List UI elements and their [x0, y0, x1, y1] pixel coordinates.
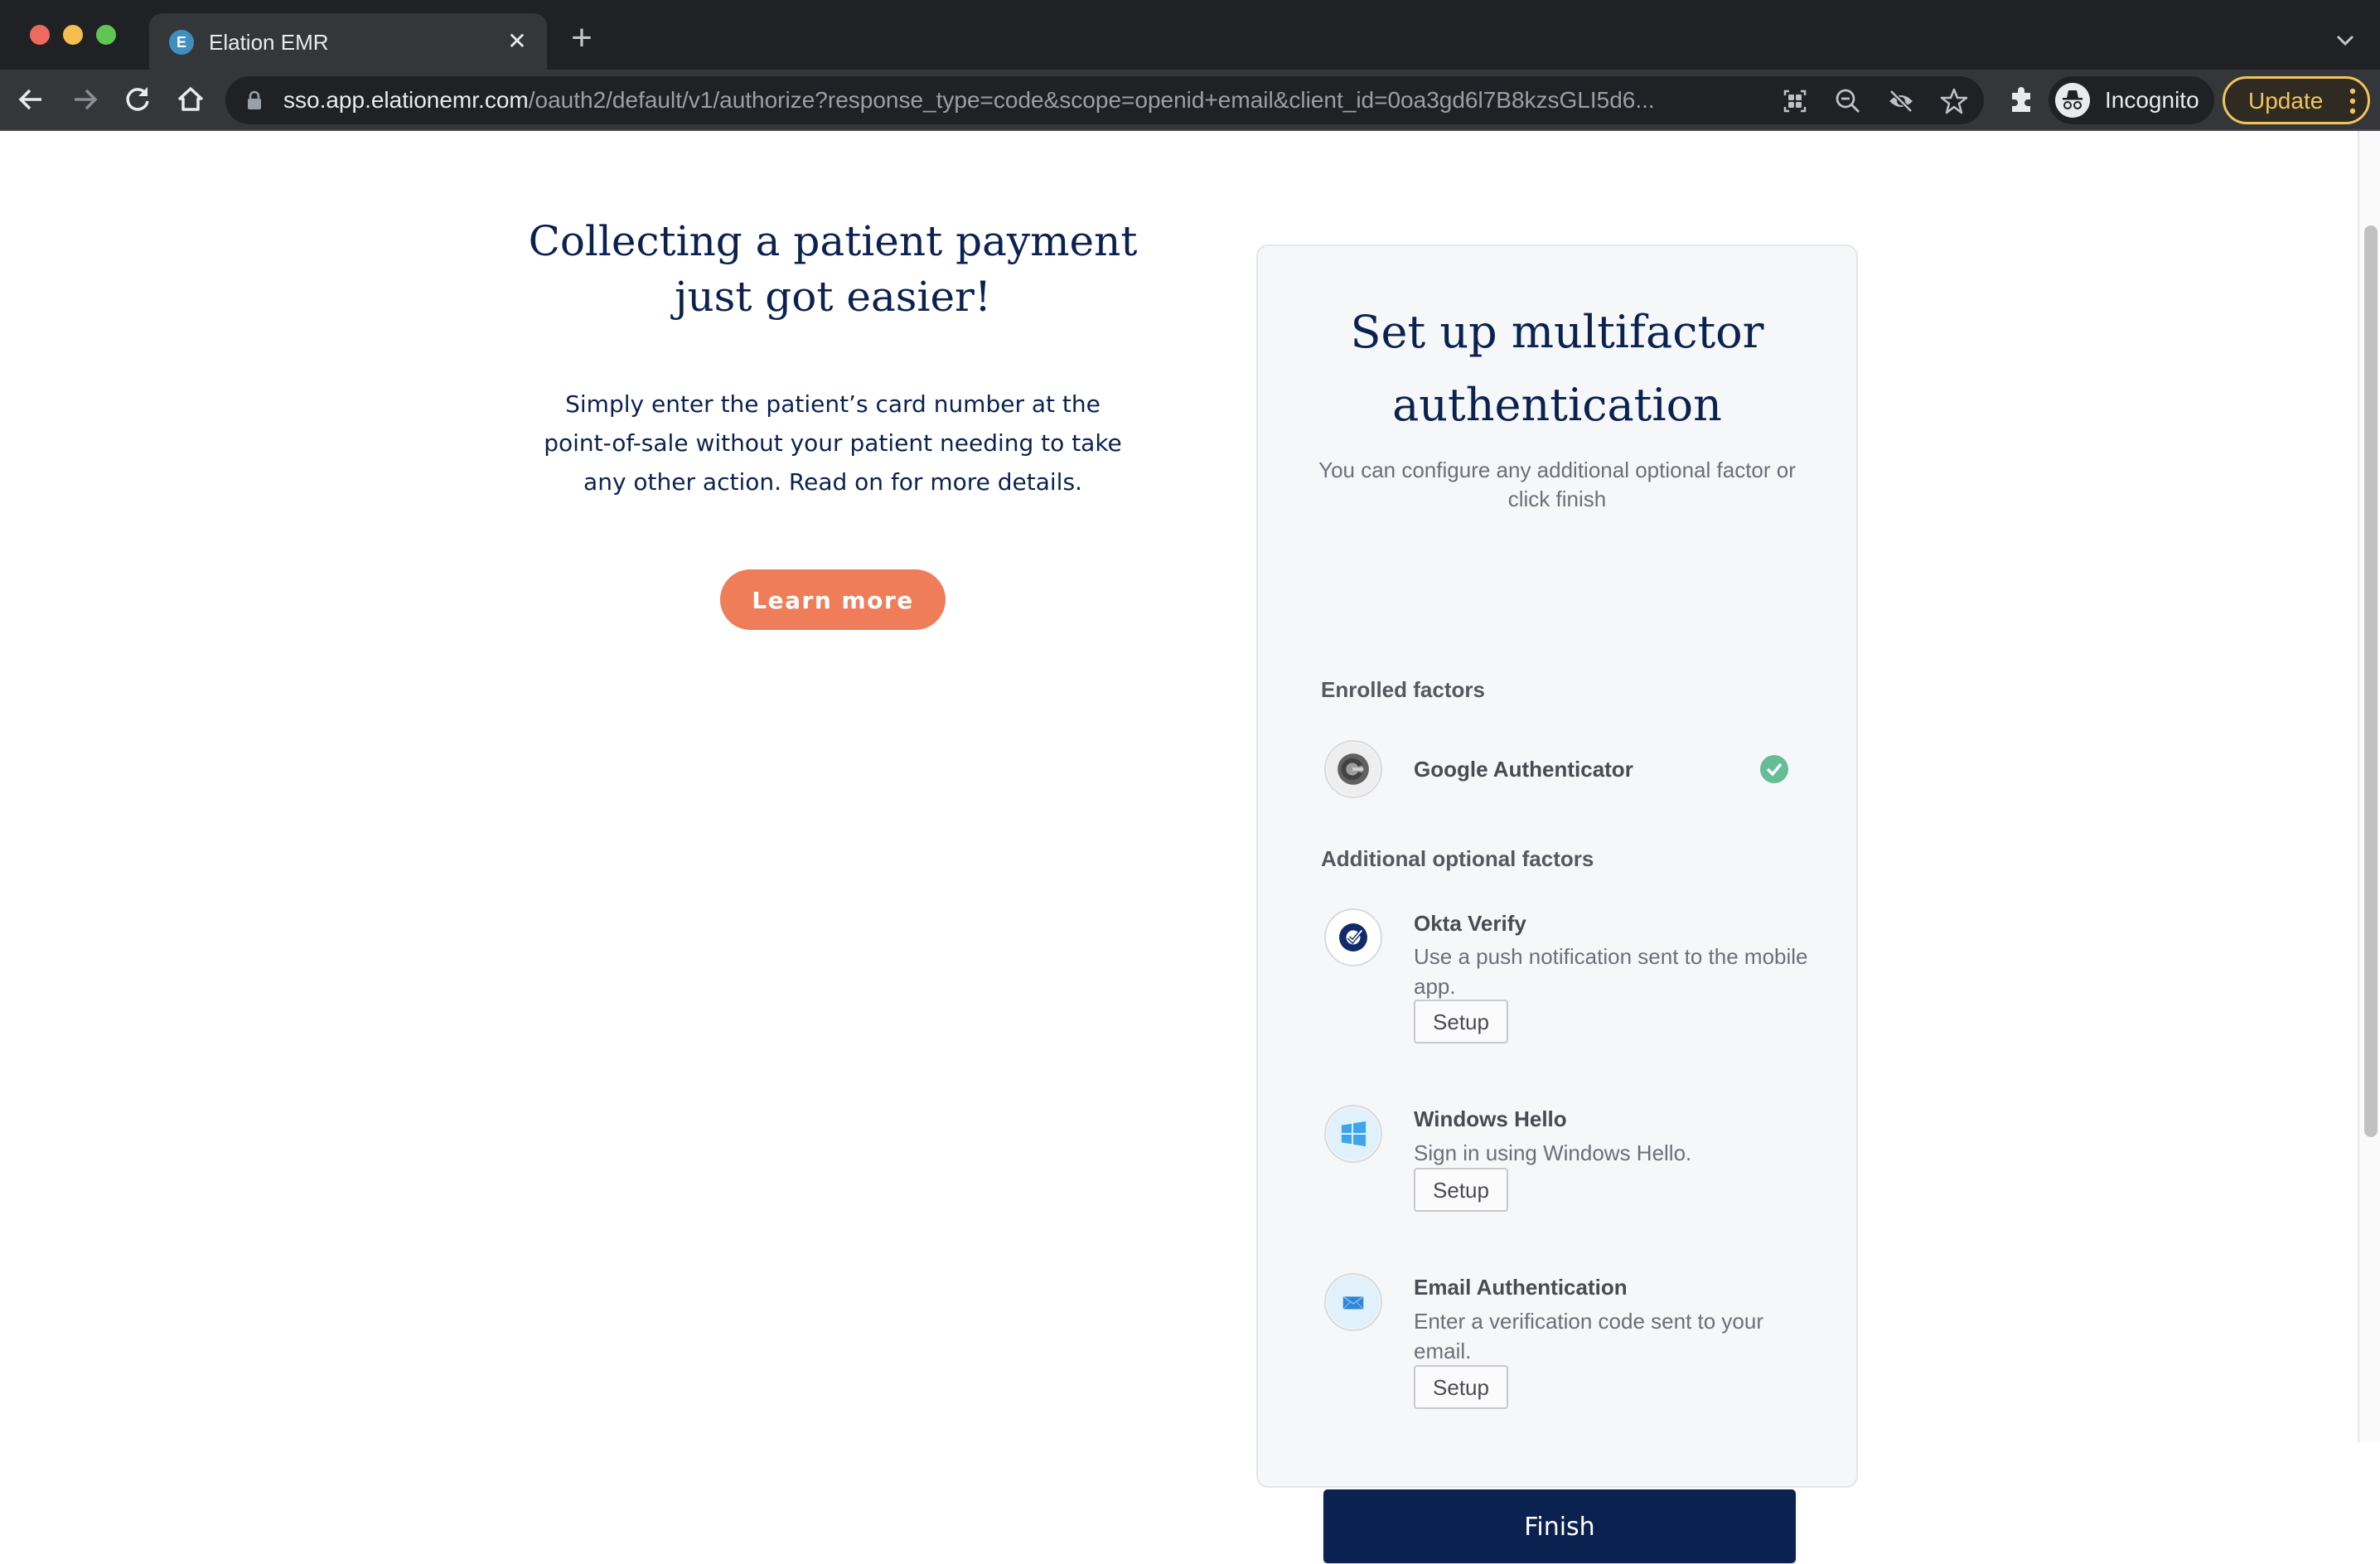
forward-arrow-icon[interactable]	[65, 80, 104, 119]
factor-description: Sign in using Windows Hello.	[1414, 1140, 1692, 1165]
bookmark-star-icon[interactable]	[1939, 86, 1969, 116]
promo-title: Collecting a patient payment just got ea…	[528, 217, 1138, 321]
okta-verify-icon	[1324, 908, 1382, 966]
finish-button[interactable]: Finish	[1323, 1489, 1796, 1563]
incognito-label: Incognito	[2105, 87, 2199, 113]
back-arrow-icon[interactable]	[12, 80, 51, 119]
optional-factors-heading: Additional optional factors	[1321, 846, 1594, 871]
lock-icon[interactable]	[247, 90, 262, 110]
close-tab-icon[interactable]: ✕	[502, 27, 532, 56]
update-label: Update	[2248, 88, 2324, 114]
windows-hello-setup-button[interactable]: Setup	[1414, 1168, 1508, 1212]
factor-description: Use a push notification sent to the mobi…	[1414, 944, 1808, 999]
window-zoom-button[interactable]	[96, 25, 116, 45]
enrolled-factors-heading: Enrolled factors	[1321, 677, 1485, 702]
learn-more-button[interactable]: Learn more	[720, 569, 946, 630]
home-icon[interactable]	[171, 80, 210, 119]
tab-title: Elation EMR	[209, 30, 329, 55]
tab-elation-emr[interactable]: E Elation EMR ✕	[149, 13, 547, 70]
window-close-button[interactable]	[30, 25, 50, 45]
enrolled-check-icon	[1760, 755, 1788, 783]
url-text[interactable]: sso.app.elationemr.com/oauth2/default/v1…	[283, 85, 1750, 116]
extensions-puzzle-icon[interactable]	[2005, 85, 2037, 116]
incognito-icon	[2055, 83, 2090, 118]
address-bar[interactable]: sso.app.elationemr.com/oauth2/default/v1…	[225, 76, 1984, 124]
promo-body: Simply enter the patient’s card number a…	[544, 390, 1122, 496]
factor-title: Okta Verify	[1414, 911, 1526, 936]
okta-verify-setup-button[interactable]: Setup	[1414, 1000, 1508, 1043]
url-path: /oauth2/default/v1/authorize?response_ty…	[528, 87, 1655, 113]
google-authenticator-icon	[1324, 740, 1382, 798]
email-icon	[1324, 1273, 1382, 1331]
tracking-protection-eye-off-icon[interactable]	[1886, 86, 1916, 116]
url-host: sso.app.elationemr.com	[283, 87, 529, 113]
zoom-out-icon[interactable]	[1833, 86, 1863, 116]
email-authentication-setup-button[interactable]: Setup	[1414, 1365, 1508, 1409]
factor-title: Google Authenticator	[1414, 757, 1633, 782]
qr-code-icon[interactable]	[1780, 86, 1810, 116]
browser-tab-bar: E Elation EMR ✕ +	[0, 0, 2380, 70]
more-vert-icon[interactable]	[2349, 87, 2356, 115]
vertical-scrollbar[interactable]	[2358, 131, 2380, 1442]
elation-favicon-icon: E	[169, 30, 194, 55]
factor-title: Windows Hello	[1414, 1106, 1567, 1131]
factor-description: Enter a verification code sent to your e…	[1414, 1309, 1764, 1363]
mfa-title: Set up multifactor authentication	[1350, 306, 1764, 431]
reload-icon[interactable]	[118, 80, 157, 119]
tab-search-chevron-down-icon[interactable]	[2334, 28, 2357, 51]
new-tab-button[interactable]: +	[564, 20, 600, 58]
update-chrome-button[interactable]: Update	[2223, 76, 2370, 124]
mfa-setup-card: Set up multifactor authentication You ca…	[1256, 245, 1858, 1563]
windows-icon	[1324, 1105, 1382, 1163]
factor-title: Email Authentication	[1414, 1275, 1628, 1300]
scrollbar-thumb[interactable]	[2364, 225, 2378, 1137]
window-minimize-button[interactable]	[63, 25, 83, 45]
incognito-profile-button[interactable]: Incognito	[2049, 76, 2214, 124]
browser-toolbar: sso.app.elationemr.com/oauth2/default/v1…	[0, 70, 2380, 131]
mfa-subtitle: You can configure any additional optiona…	[1318, 458, 1796, 511]
page-content: Collecting a patient payment just got ea…	[0, 131, 2358, 1563]
